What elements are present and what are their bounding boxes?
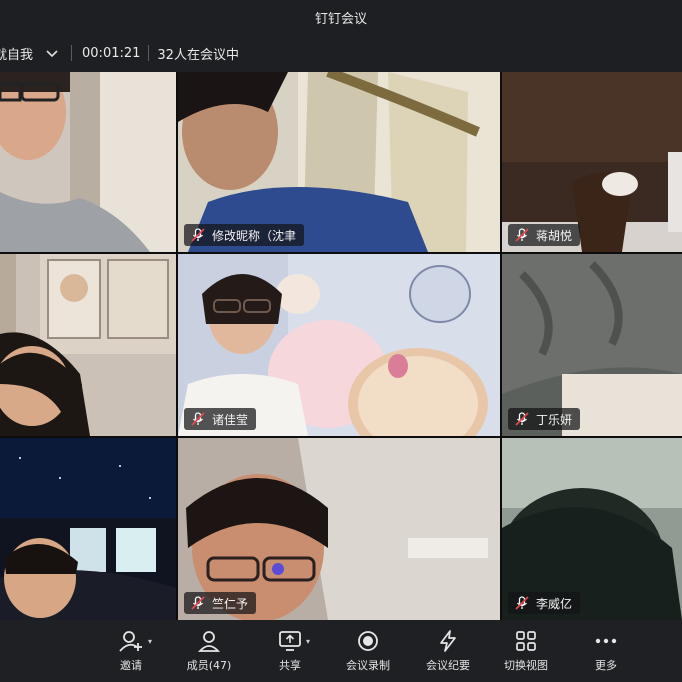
participant-label: 丁乐妍 xyxy=(508,408,581,430)
video-feed xyxy=(0,254,176,436)
window-titlebar: 钉钉会议 xyxy=(0,0,682,34)
participant-name: 丁乐妍 xyxy=(536,412,573,427)
mic-muted-icon xyxy=(191,412,205,426)
participant-label: 修改昵称（沈聿 xyxy=(184,224,305,246)
meeting-info-bar: 就自我 00:01:21 32人在会议中 xyxy=(0,34,682,72)
chevron-down-icon[interactable]: ▾ xyxy=(148,637,152,646)
video-tile[interactable]: 诸佳莹 xyxy=(178,254,500,436)
participant-label: 竺仁予 xyxy=(184,592,257,614)
record-label: 会议录制 xyxy=(346,659,390,672)
mic-muted-icon xyxy=(515,228,529,242)
participant-name: 蒋胡悦 xyxy=(536,228,573,243)
video-tile[interactable]: 李威亿 xyxy=(502,438,682,620)
more-dots-icon xyxy=(595,638,617,644)
minutes-label: 会议纪要 xyxy=(426,659,470,672)
participant-name: 修改昵称（沈聿 xyxy=(212,228,297,243)
participant-label: 蒋胡悦 xyxy=(508,224,581,246)
share-screen-icon xyxy=(279,631,301,651)
members-button[interactable]: 成员(47) xyxy=(178,620,240,682)
mic-muted-icon xyxy=(191,596,205,610)
minutes-button[interactable]: 会议纪要 xyxy=(420,620,476,682)
mic-muted-icon xyxy=(515,596,529,610)
invite-label: 邀请 xyxy=(120,659,142,672)
add-user-icon xyxy=(119,631,142,652)
share-label: 共享 xyxy=(279,659,301,672)
chevron-down-icon[interactable] xyxy=(45,46,59,60)
video-tile[interactable] xyxy=(0,438,176,620)
participant-label: 诸佳莹 xyxy=(184,408,257,430)
video-grid: 修改昵称（沈聿 蒋胡悦 诸佳莹 丁乐妍 竺仁予 李威亿 xyxy=(0,72,682,620)
participant-label: 李威亿 xyxy=(508,592,581,614)
divider xyxy=(148,45,150,61)
switch-view-button[interactable]: 切换视图 xyxy=(498,620,554,682)
video-tile[interactable]: 丁乐妍 xyxy=(502,254,682,436)
share-button[interactable]: ▾ 共享 xyxy=(270,620,310,682)
participant-name: 李威亿 xyxy=(536,596,573,611)
mic-muted-icon xyxy=(515,412,529,426)
lightning-icon xyxy=(440,630,456,652)
invite-button[interactable]: ▾ 邀请 xyxy=(106,620,156,682)
meeting-host-name[interactable]: 就自我 xyxy=(0,44,33,63)
grid-view-icon xyxy=(516,631,536,651)
video-tile[interactable] xyxy=(0,72,176,252)
video-tile[interactable]: 竺仁予 xyxy=(178,438,500,620)
participants-count[interactable]: 32人在会议中 xyxy=(157,44,239,63)
chevron-down-icon[interactable]: ▾ xyxy=(306,637,310,646)
mic-muted-icon xyxy=(191,228,205,242)
members-icon xyxy=(197,631,221,652)
record-icon xyxy=(358,631,378,651)
switch-view-label: 切换视图 xyxy=(504,659,548,672)
record-button[interactable]: 会议录制 xyxy=(340,620,396,682)
participant-name: 诸佳莹 xyxy=(212,412,249,427)
video-feed xyxy=(0,438,176,620)
video-tile[interactable] xyxy=(0,254,176,436)
members-label: 成员(47) xyxy=(186,659,232,672)
divider xyxy=(71,45,73,61)
more-label: 更多 xyxy=(595,659,617,672)
window-title: 钉钉会议 xyxy=(314,11,367,27)
video-tile[interactable]: 蒋胡悦 xyxy=(502,72,682,252)
meeting-timer: 00:01:21 xyxy=(82,45,141,61)
more-button[interactable]: 更多 xyxy=(586,620,626,682)
meeting-toolbar: ▾ 邀请 成员(47) ▾ 共享 会议录制 会议纪要 切换视图 更多 xyxy=(0,620,682,682)
video-feed xyxy=(0,72,176,252)
video-tile[interactable]: 修改昵称（沈聿 xyxy=(178,72,500,252)
participant-name: 竺仁予 xyxy=(212,596,249,611)
